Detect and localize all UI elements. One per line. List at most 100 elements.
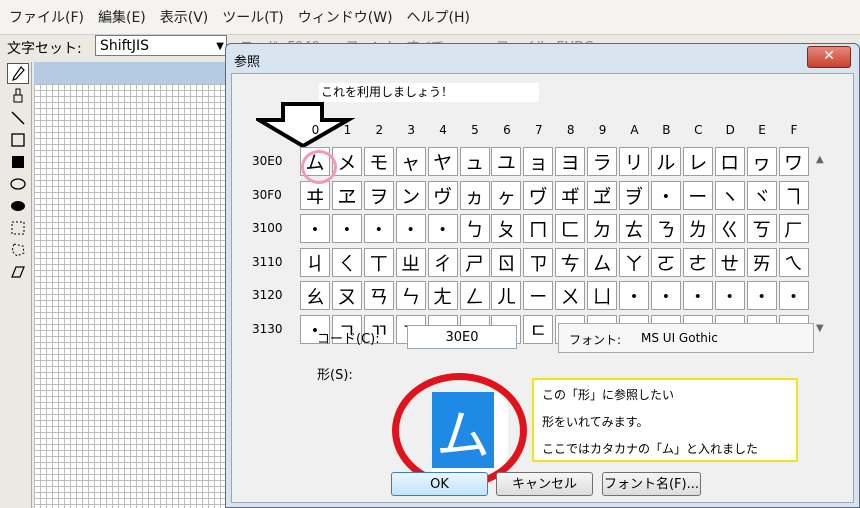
char-cell[interactable]: ・	[682, 281, 713, 310]
char-cell[interactable]: ㄘ	[555, 247, 586, 277]
char-cell[interactable]: ㄔ	[427, 247, 458, 277]
cancel-button[interactable]: キャンセル	[496, 472, 593, 496]
dialog-titlebar[interactable]: 参照 ✕	[226, 44, 859, 72]
char-cell[interactable]: ヨ	[555, 147, 586, 176]
char-cell[interactable]: ・	[746, 281, 777, 310]
char-cell[interactable]: ㄐ	[300, 247, 330, 277]
char-cell[interactable]: モ	[363, 147, 394, 176]
close-button[interactable]: ✕	[807, 46, 851, 68]
scroll-up-icon[interactable]: ▲	[816, 154, 824, 165]
char-cell[interactable]: ㄒ	[363, 247, 394, 277]
grid-scrollbar[interactable]: ▲ ▼	[814, 154, 831, 334]
char-cell[interactable]: ・	[300, 214, 330, 243]
menu-view[interactable]: 表示(V)	[155, 7, 214, 27]
char-cell[interactable]: レ	[682, 147, 713, 176]
char-cell[interactable]: ヹ	[587, 180, 618, 210]
char-cell[interactable]: ㄗ	[523, 247, 554, 277]
char-cell[interactable]: ㄛ	[650, 247, 681, 277]
char-cell[interactable]: ャ	[395, 147, 426, 176]
char-cell[interactable]: ヲ	[363, 180, 394, 210]
char-cell[interactable]: ヮ	[746, 147, 777, 176]
freeform-select-tool[interactable]	[7, 239, 29, 260]
char-cell[interactable]: ー	[682, 180, 713, 210]
menu-edit[interactable]: 編集(E)	[93, 7, 151, 27]
char-cell[interactable]: ヤ	[427, 147, 458, 176]
char-cell[interactable]: ㄜ	[682, 247, 713, 277]
char-cell[interactable]: ㄚ	[619, 247, 649, 277]
char-cell[interactable]: ・	[650, 281, 681, 310]
char-cell[interactable]: ㄑ	[331, 247, 362, 277]
char-cell[interactable]: ・	[363, 214, 394, 243]
brush-tool[interactable]	[7, 85, 29, 106]
char-cell[interactable]: ㄌ	[682, 214, 713, 243]
char-cell[interactable]: ヺ	[619, 180, 649, 210]
char-cell[interactable]: ラ	[587, 147, 618, 176]
char-cell[interactable]: ヴ	[427, 180, 458, 210]
char-cell[interactable]: ヶ	[491, 180, 522, 210]
char-cell[interactable]: ョ	[523, 147, 554, 176]
char-cell[interactable]: ㄖ	[491, 247, 522, 277]
char-cell[interactable]: ヾ	[746, 180, 777, 210]
char-cell[interactable]: ・	[427, 214, 458, 243]
char-cell[interactable]: ル	[650, 147, 681, 176]
char-cell[interactable]: ㄨ	[555, 281, 586, 310]
scroll-down-icon[interactable]: ▼	[816, 323, 824, 334]
menu-tools[interactable]: ツール(T)	[217, 7, 288, 27]
char-cell[interactable]: ㄈ	[555, 214, 586, 243]
code-field[interactable]: 30E0	[407, 325, 517, 349]
char-cell[interactable]: ・	[650, 180, 681, 210]
char-cell[interactable]: ワ	[778, 147, 809, 176]
menu-file[interactable]: ファイル(F)	[4, 7, 89, 27]
char-cell[interactable]: ヰ	[300, 180, 330, 210]
ok-button[interactable]: OK	[391, 472, 488, 496]
char-cell[interactable]: ン	[395, 180, 426, 210]
char-cell[interactable]: ・	[331, 214, 362, 243]
char-cell[interactable]: ㄕ	[459, 247, 490, 277]
char-cell[interactable]: ㄆ	[491, 214, 522, 243]
char-cell[interactable]: ㄅ	[459, 214, 490, 243]
char-cell[interactable]: ㄤ	[427, 281, 458, 310]
char-cell[interactable]: ㄩ	[587, 281, 618, 310]
char-cell[interactable]: ・	[714, 281, 745, 310]
char-cell[interactable]: ㄥ	[459, 281, 490, 310]
char-cell[interactable]: ㄉ	[587, 214, 618, 243]
char-cell[interactable]: ヵ	[459, 180, 490, 210]
pencil-tool[interactable]	[7, 63, 29, 84]
charset-select[interactable]: ShiftJIS ▼	[95, 35, 227, 56]
char-cell[interactable]: ㄎ	[746, 214, 777, 243]
char-cell[interactable]: ・	[619, 281, 649, 310]
char-cell[interactable]: メ	[331, 147, 362, 176]
char-cell[interactable]: ヽ	[714, 180, 745, 210]
char-cell[interactable]: ㄠ	[300, 281, 330, 310]
char-cell[interactable]: ヷ	[523, 180, 554, 210]
char-cell[interactable]: ㄟ	[778, 247, 809, 277]
char-cell[interactable]: ㄢ	[363, 281, 394, 310]
eraser-tool[interactable]	[7, 261, 29, 282]
char-cell[interactable]: ユ	[491, 147, 522, 176]
char-cell[interactable]: ・	[778, 281, 809, 310]
char-cell[interactable]: ㄡ	[331, 281, 362, 310]
char-cell[interactable]: ㄍ	[714, 214, 745, 243]
char-cell[interactable]: ㄣ	[395, 281, 426, 310]
rect-outline-tool[interactable]	[7, 129, 29, 150]
pixel-grid[interactable]	[34, 84, 234, 508]
char-cell[interactable]: ㄙ	[587, 247, 618, 277]
line-tool[interactable]	[7, 107, 29, 128]
menu-window[interactable]: ウィンドウ(W)	[293, 7, 398, 27]
char-cell[interactable]: ㄦ	[491, 281, 522, 310]
char-cell[interactable]: ㄇ	[523, 214, 554, 243]
char-cell[interactable]: ロ	[714, 147, 745, 176]
char-cell[interactable]: ㄷ	[523, 314, 554, 344]
char-cell[interactable]: ㄓ	[395, 247, 426, 277]
ellipse-filled-tool[interactable]	[7, 195, 29, 216]
char-cell[interactable]: ・	[395, 214, 426, 243]
char-cell[interactable]: ㄏ	[778, 214, 809, 243]
char-cell[interactable]: ヸ	[555, 180, 586, 210]
char-cell[interactable]: ㄋ	[650, 214, 681, 243]
font-name-button[interactable]: フォント名(F)...	[602, 472, 701, 496]
char-cell[interactable]: ㄧ	[523, 281, 554, 310]
char-cell[interactable]: ヱ	[331, 180, 362, 210]
char-cell[interactable]: ㄊ	[619, 214, 649, 243]
char-cell[interactable]: ュ	[459, 147, 490, 176]
ellipse-outline-tool[interactable]	[7, 173, 29, 194]
